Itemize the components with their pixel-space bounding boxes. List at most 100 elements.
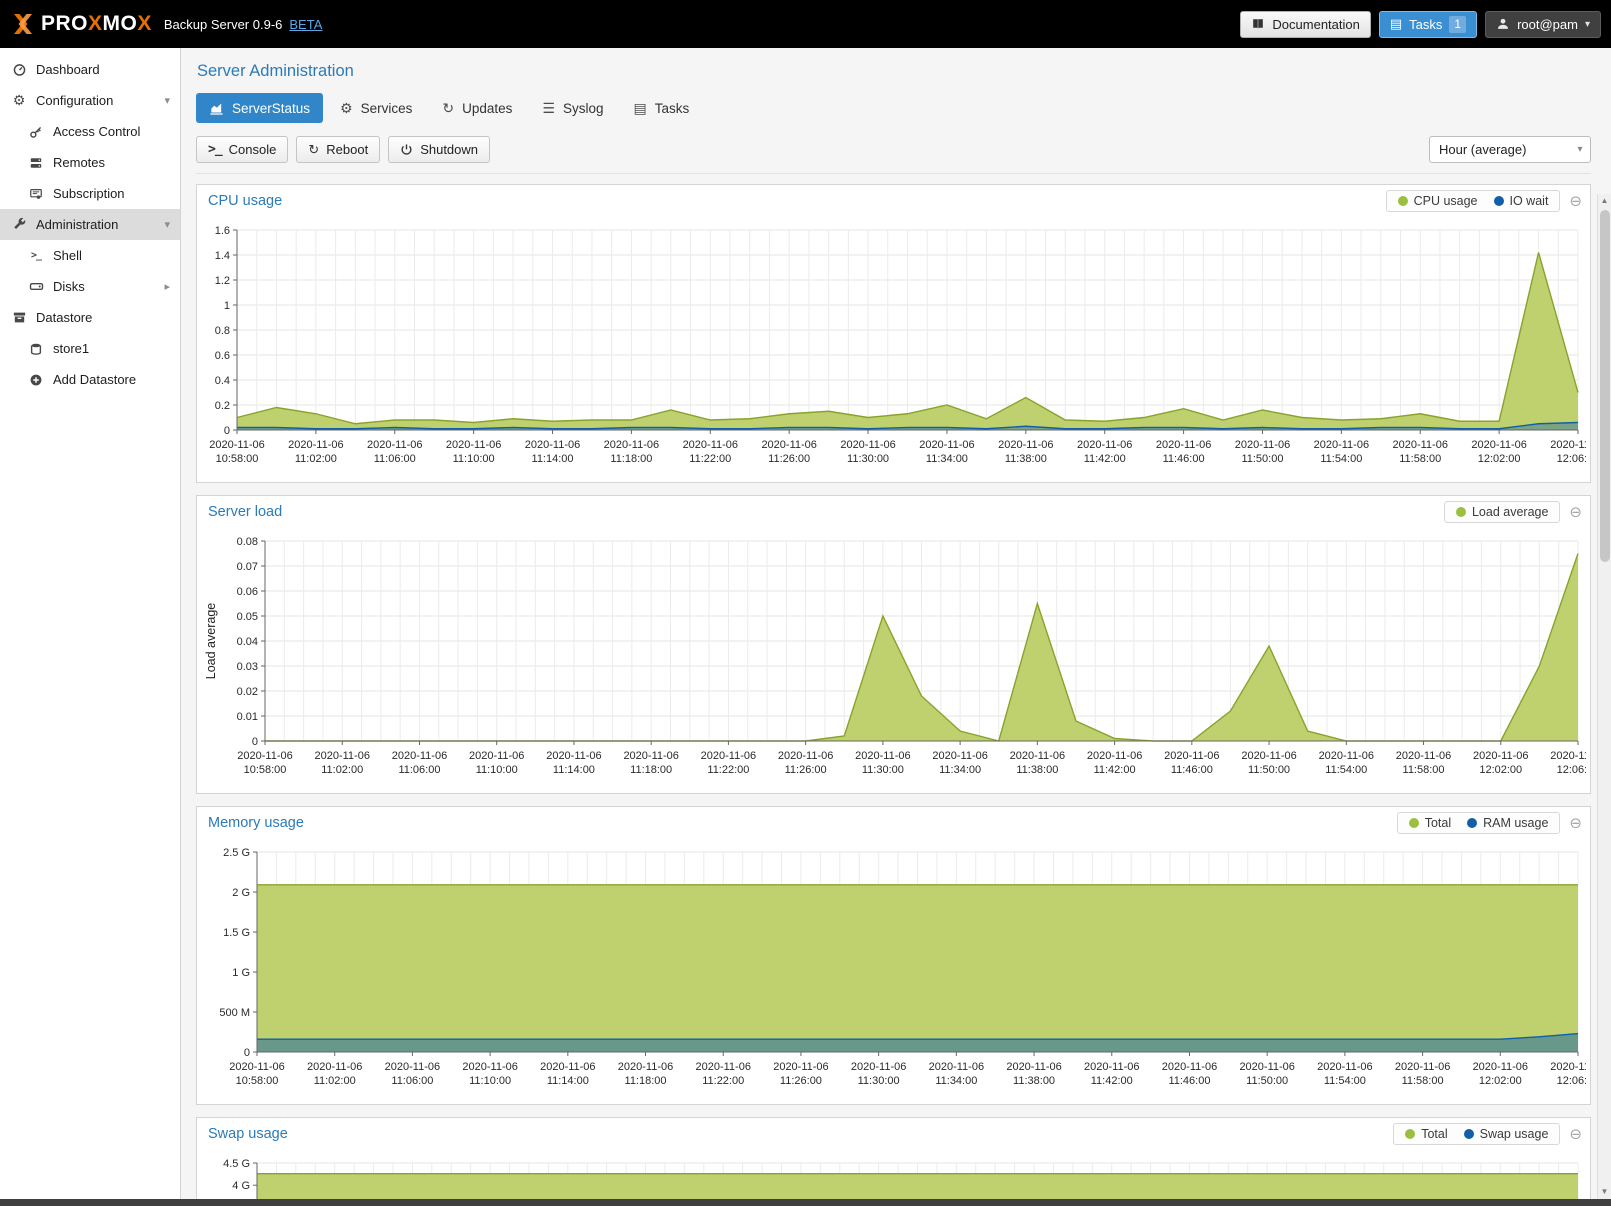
svg-text:11:58:00: 11:58:00 (1403, 764, 1445, 776)
beta-link[interactable]: BETA (289, 17, 322, 32)
user-menu-button[interactable]: root@pam ▾ (1485, 11, 1601, 38)
collapse-icon[interactable]: ⊖ (1569, 1127, 1582, 1142)
sidebar-item-add-datastore[interactable]: Add Datastore (0, 364, 180, 395)
svg-text:11:30:00: 11:30:00 (862, 764, 904, 776)
svg-text:2020-11-06: 2020-11-06 (1471, 439, 1526, 451)
vertical-scrollbar[interactable]: ▲ ▼ (1597, 194, 1611, 1199)
svg-text:Load average: Load average (204, 603, 218, 680)
sidebar-item-disks[interactable]: Disks ▸ (0, 271, 180, 302)
tab-tasks[interactable]: ▤ Tasks (621, 93, 703, 123)
scroll-up-arrow[interactable]: ▲ (1598, 194, 1611, 208)
svg-text:11:38:00: 11:38:00 (1005, 453, 1047, 465)
legend-item: Total (1409, 816, 1451, 830)
reboot-button[interactable]: ↻ Reboot (296, 136, 380, 163)
svg-text:2020-11-06: 2020-11-06 (683, 439, 738, 451)
svg-text:0.2: 0.2 (215, 400, 230, 412)
page-title: Server Administration (197, 62, 1591, 81)
toolbar: >_ Console ↻ Reboot Shutdown Hour (avera… (196, 131, 1591, 174)
sidebar-item-configuration[interactable]: ⚙ Configuration ▾ (0, 85, 180, 116)
svg-text:1 G: 1 G (232, 967, 250, 979)
tab-services[interactable]: ⚙ Services (327, 93, 425, 123)
collapse-icon[interactable]: ⊖ (1569, 505, 1582, 520)
documentation-label: Documentation (1272, 17, 1359, 32)
tasks-label: Tasks (1409, 17, 1442, 32)
chevron-right-icon: ▸ (164, 280, 170, 293)
svg-text:12:02:00: 12:02:00 (1479, 1075, 1522, 1087)
sidebar-item-shell[interactable]: >_ Shell (0, 240, 180, 271)
svg-text:11:54:00: 11:54:00 (1325, 764, 1367, 776)
svg-text:11:50:00: 11:50:00 (1246, 1075, 1288, 1087)
svg-text:2020-11-06: 2020-11-06 (307, 1061, 362, 1073)
svg-text:11:22:00: 11:22:00 (689, 453, 731, 465)
legend-dot-icon (1456, 507, 1466, 517)
server-load-panel: Server load Load average ⊖ 0.080.070.060… (196, 495, 1591, 794)
svg-text:11:14:00: 11:14:00 (553, 764, 595, 776)
svg-text:2020-11-06: 2020-11-06 (1319, 750, 1374, 762)
sidebar-item-datastore[interactable]: Datastore (0, 302, 180, 333)
tasks-button[interactable]: ▤ Tasks 1 (1379, 11, 1477, 38)
swap-usage-chart: 4.5 G4 G3.5 G3 G2.5 G2 G1.5 G1 G500 M020… (197, 1149, 1590, 1199)
svg-text:2020-11-06: 2020-11-06 (1235, 439, 1290, 451)
svg-text:11:30:00: 11:30:00 (858, 1075, 900, 1087)
memory-usage-panel: Memory usage TotalRAM usage ⊖ 2.5 G2 G1.… (196, 806, 1591, 1105)
svg-text:2020-11-06: 2020-11-06 (237, 750, 292, 762)
svg-text:0.8: 0.8 (215, 325, 230, 337)
svg-text:2020-11-06: 2020-11-06 (1473, 1061, 1528, 1073)
sidebar-item-access-control[interactable]: Access Control (0, 116, 180, 147)
svg-text:2020-11-06: 2020-11-06 (932, 750, 987, 762)
tab-serverstatus[interactable]: ServerStatus (196, 93, 323, 123)
sidebar-item-administration[interactable]: Administration ▾ (0, 209, 180, 240)
hdd-icon (27, 279, 45, 294)
dashboard-icon (10, 62, 28, 77)
svg-text:2020-11-06: 2020-11-06 (288, 439, 343, 451)
svg-text:11:54:00: 11:54:00 (1320, 453, 1362, 465)
sidebar-item-dashboard[interactable]: Dashboard (0, 54, 180, 85)
timeframe-select[interactable]: Hour (average) ▾ (1429, 136, 1591, 163)
tab-updates[interactable]: ↻ Updates (429, 93, 525, 123)
legend-dot-icon (1467, 818, 1477, 828)
svg-text:11:10:00: 11:10:00 (469, 1075, 511, 1087)
documentation-button[interactable]: Documentation (1240, 11, 1370, 38)
charts-region: CPU usage CPU usageIO wait ⊖ 1.61.41.210… (196, 184, 1591, 1199)
tab-label: Updates (462, 101, 512, 116)
console-button[interactable]: >_ Console (196, 136, 288, 163)
scroll-down-arrow[interactable]: ▼ (1598, 1185, 1611, 1199)
collapse-icon[interactable]: ⊖ (1569, 816, 1582, 831)
svg-text:2020-11-06: 2020-11-06 (392, 750, 447, 762)
tasks-badge: 1 (1449, 16, 1466, 33)
svg-text:2020-11-06: 2020-11-06 (1010, 750, 1065, 762)
sidebar-item-label: Datastore (36, 310, 92, 325)
svg-text:11:02:00: 11:02:00 (314, 1075, 356, 1087)
horizontal-scrollbar[interactable] (0, 1199, 1611, 1206)
svg-text:0.08: 0.08 (237, 536, 258, 548)
user-label: root@pam (1517, 17, 1578, 32)
tab-label: ServerStatus (232, 101, 310, 116)
shutdown-button[interactable]: Shutdown (388, 136, 490, 163)
user-icon (1496, 17, 1510, 31)
power-icon (400, 143, 413, 156)
sidebar-item-label: Disks (53, 279, 85, 294)
svg-text:2020-11-06: 2020-11-06 (1473, 750, 1528, 762)
panel-title: Server load (208, 504, 282, 520)
svg-text:1.2: 1.2 (215, 275, 230, 287)
svg-text:2020-11-06: 2020-11-06 (1550, 1061, 1586, 1073)
sidebar-item-remotes[interactable]: Remotes (0, 147, 180, 178)
svg-text:11:22:00: 11:22:00 (702, 1075, 744, 1087)
legend-item: IO wait (1494, 194, 1549, 208)
sidebar-item-store1[interactable]: store1 (0, 333, 180, 364)
svg-text:12:06:00: 12:06:00 (1557, 1075, 1586, 1087)
svg-text:2020-11-06: 2020-11-06 (446, 439, 501, 451)
proxmox-mark-icon (10, 11, 36, 37)
svg-text:2020-11-06: 2020-11-06 (315, 750, 370, 762)
svg-text:11:10:00: 11:10:00 (476, 764, 518, 776)
svg-text:2020-11-06: 2020-11-06 (701, 750, 756, 762)
svg-text:1: 1 (224, 300, 230, 312)
scrollbar-thumb[interactable] (1600, 210, 1610, 562)
svg-text:11:06:00: 11:06:00 (391, 1075, 433, 1087)
svg-text:2020-11-06: 2020-11-06 (540, 1061, 595, 1073)
sidebar-item-subscription[interactable]: Subscription (0, 178, 180, 209)
tab-syslog[interactable]: ☰ Syslog (529, 93, 616, 123)
collapse-icon[interactable]: ⊖ (1569, 194, 1582, 209)
chevron-down-icon: ▾ (164, 94, 170, 107)
svg-text:0.4: 0.4 (215, 375, 230, 387)
